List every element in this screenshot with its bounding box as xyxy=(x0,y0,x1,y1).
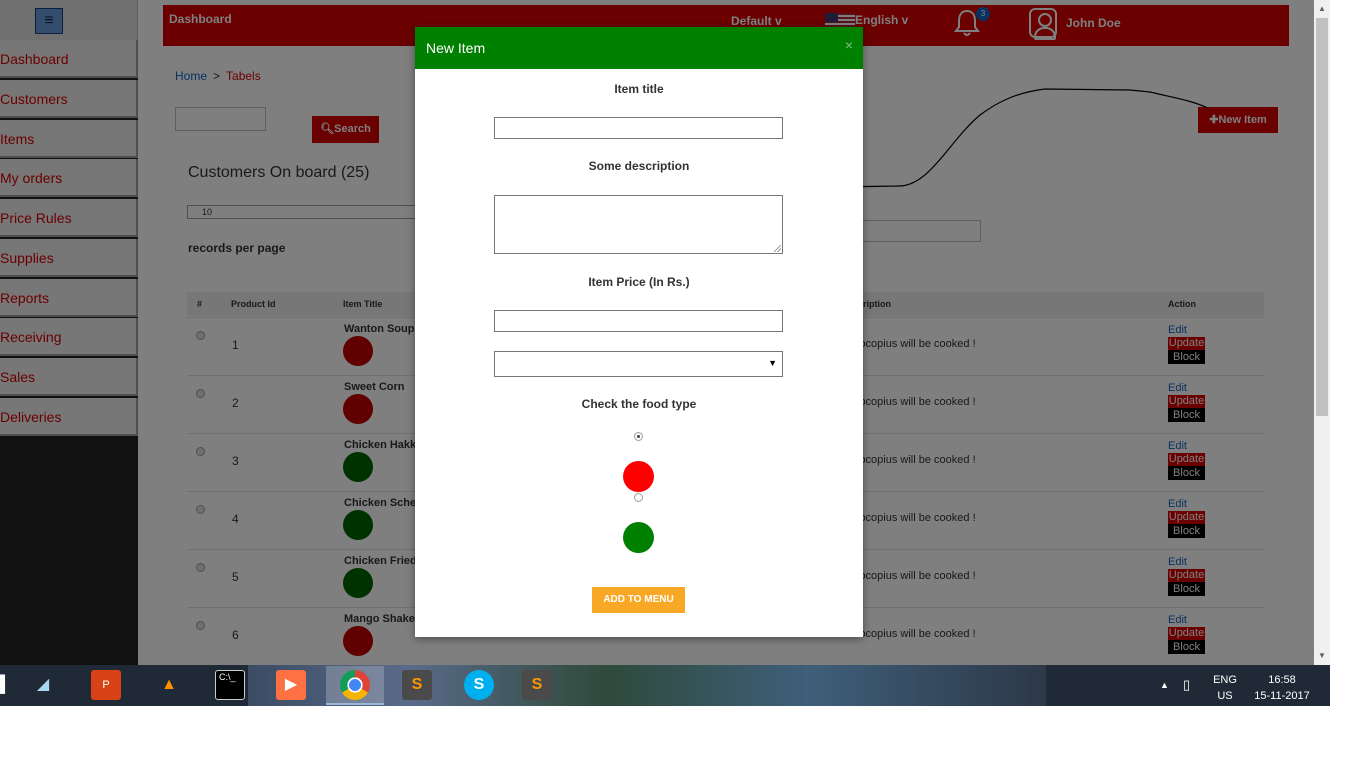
chrome-icon[interactable] xyxy=(340,670,370,700)
windows-taskbar: ▌ ◢ P ▲ C:\_ ▶ S S S ▲ ▯ ENG US 16:58 15-1… xyxy=(0,665,1330,706)
start-icon[interactable]: ▌ xyxy=(0,670,20,700)
new-item-modal: New Item × Item title Some description I… xyxy=(415,27,863,637)
powerpoint-icon[interactable]: P xyxy=(91,670,121,700)
item-title-input[interactable] xyxy=(494,117,783,139)
tray-lang-line2: US xyxy=(1217,690,1233,702)
tray-lang-line1: ENG xyxy=(1213,674,1237,686)
description-label: Some description xyxy=(588,159,690,173)
price-input[interactable] xyxy=(494,310,783,332)
scroll-down-icon[interactable]: ▼ xyxy=(1314,651,1330,663)
page-scrollbar[interactable]: ▲ ▼ xyxy=(1314,0,1330,665)
description-textarea[interactable] xyxy=(494,195,783,254)
modal-header: New Item × xyxy=(415,27,863,69)
sticky-notes-icon[interactable]: ◢ xyxy=(28,670,58,700)
sublime-text-icon-2[interactable]: S xyxy=(522,670,552,700)
category-select[interactable]: ▼ xyxy=(494,351,783,377)
tray-date: 15-11-2017 xyxy=(1254,690,1310,702)
veg-color-dot xyxy=(623,522,654,553)
scroll-thumb[interactable] xyxy=(1316,18,1328,416)
nonveg-color-dot xyxy=(623,461,654,492)
modal-title: New Item xyxy=(426,40,486,56)
vlc-icon[interactable]: ▲ xyxy=(154,670,184,700)
tray-clock[interactable]: 16:58 15-11-2017 xyxy=(1250,672,1314,704)
add-to-menu-button[interactable]: ADD TO MENU xyxy=(592,587,685,613)
tray-language[interactable]: ENG US xyxy=(1211,672,1239,704)
screen: ≡ Dashboard Customers Items My orders Pr… xyxy=(0,0,1366,768)
food-type-radio-nonveg[interactable] xyxy=(634,432,643,441)
scroll-up-icon[interactable]: ▲ xyxy=(1314,4,1330,16)
tray-expand-icon[interactable]: ▲ xyxy=(1160,680,1169,690)
food-type-radio-veg[interactable] xyxy=(634,493,643,502)
item-title-label: Item title xyxy=(614,82,664,96)
network-icon[interactable]: ▯ xyxy=(1183,677,1190,693)
browser-page: ≡ Dashboard Customers Items My orders Pr… xyxy=(0,0,1314,665)
sublime-text-icon[interactable]: S xyxy=(402,670,432,700)
food-type-label: Check the food type xyxy=(581,397,697,411)
tray-time: 16:58 xyxy=(1268,674,1296,686)
price-label: Item Price (In Rs.) xyxy=(588,275,690,289)
close-icon[interactable]: × xyxy=(845,37,853,53)
skype-icon[interactable]: S xyxy=(464,670,494,700)
media-player-icon[interactable]: ▶ xyxy=(276,670,306,700)
dropdown-arrow-icon: ▼ xyxy=(768,358,777,368)
cmd-icon[interactable]: C:\_ xyxy=(215,670,245,700)
